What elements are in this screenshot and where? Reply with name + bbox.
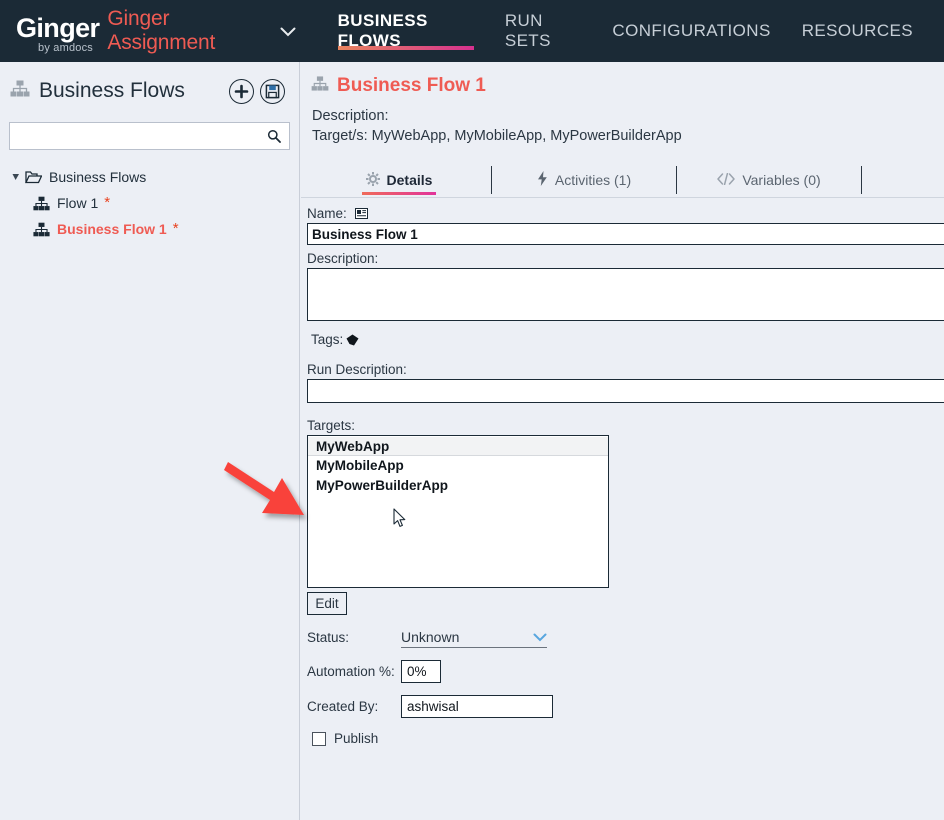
search-input[interactable] (10, 123, 267, 149)
page-title: Business Flow 1 (337, 75, 486, 97)
target-list-item[interactable]: MyWebApp (308, 436, 608, 456)
main-panel: Business Flow 1 Description: Target/s: M… (301, 62, 944, 820)
business-flow-tree: Business Flows Flow 1 * (0, 164, 299, 242)
run-description-label: Run Description: (307, 362, 944, 377)
automation-row: Automation %: (307, 660, 944, 683)
nav-label: RUN SETS (505, 11, 582, 51)
logo-title: Ginger (16, 14, 99, 42)
targets-listbox[interactable]: MyWebApp MyMobileApp MyPowerBuilderApp (307, 435, 609, 588)
details-form: Name: Description: Tags: Run Description… (301, 197, 944, 791)
name-input[interactable] (307, 223, 944, 245)
business-flow-icon (311, 76, 329, 96)
status-row: Status: Unknown (307, 627, 944, 648)
description-label: Description: (307, 251, 944, 266)
publish-checkbox[interactable] (312, 732, 326, 746)
created-by-row: Created By: (307, 695, 944, 718)
run-description-input[interactable] (307, 379, 944, 403)
nav-item-configurations[interactable]: CONFIGURATIONS (612, 0, 770, 62)
nav-label: CONFIGURATIONS (612, 21, 770, 41)
tree-item-business-flow-1[interactable]: Business Flow 1 * (0, 216, 299, 242)
gear-icon (366, 172, 380, 189)
plus-circle-icon[interactable] (229, 79, 254, 104)
folder-open-icon (25, 170, 42, 184)
status-label: Status: (307, 630, 401, 645)
chevron-down-icon (280, 24, 296, 42)
tab-label: Details (387, 172, 433, 188)
nav-label: RESOURCES (802, 21, 913, 41)
tags-label: Tags: (311, 332, 343, 347)
tree-root-label: Business Flows (49, 169, 146, 185)
detail-tabs: Details Activities (1) Variables (0) (301, 163, 944, 197)
tab-divider (861, 166, 862, 194)
code-icon (717, 172, 735, 188)
sidebar-header: Business Flows (0, 62, 299, 120)
nav-label: BUSINESS FLOWS (338, 11, 474, 51)
lightning-icon (537, 171, 548, 189)
tab-details[interactable]: Details (307, 163, 491, 197)
flow-description-line: Description: (312, 106, 944, 126)
flow-header: Business Flow 1 (301, 62, 944, 97)
project-selector[interactable]: Ginger Assignment (107, 0, 295, 62)
publish-label: Publish (334, 731, 378, 746)
sidebar-search[interactable] (9, 122, 290, 150)
top-bar: Ginger by amdocs Ginger Assignment BUSIN… (0, 0, 944, 62)
nav-item-run-sets[interactable]: RUN SETS (505, 0, 582, 62)
created-by-input[interactable] (401, 695, 553, 718)
nav-item-business-flows[interactable]: BUSINESS FLOWS (338, 0, 474, 62)
tree-root-business-flows[interactable]: Business Flows (0, 164, 299, 190)
targets-label: Targets: (307, 418, 944, 433)
triangle-expanded-icon[interactable] (10, 173, 21, 181)
description-textarea[interactable] (307, 268, 944, 321)
edit-targets-button[interactable]: Edit (307, 592, 347, 615)
chevron-down-icon (533, 629, 547, 645)
target-list-item[interactable]: MyMobileApp (308, 456, 608, 476)
automation-input[interactable] (401, 660, 441, 683)
business-flow-icon (33, 196, 50, 211)
tree-item-flow-1[interactable]: Flow 1 * (0, 190, 299, 216)
save-circle-icon[interactable] (260, 79, 285, 104)
main-nav: BUSINESS FLOWS RUN SETS CONFIGURATIONS R… (338, 0, 944, 62)
unsaved-indicator: * (104, 198, 110, 208)
business-flow-icon (10, 80, 30, 102)
automation-label: Automation %: (307, 664, 401, 679)
name-label: Name: (307, 206, 347, 221)
tree-item-label: Business Flow 1 (57, 221, 167, 237)
flow-targets-line: Target/s: MyWebApp, MyMobileApp, MyPower… (312, 126, 944, 146)
tab-label: Activities (1) (555, 172, 631, 188)
app-logo: Ginger by amdocs (0, 0, 99, 62)
business-flow-icon (33, 222, 50, 237)
status-value: Unknown (401, 629, 459, 645)
nav-item-resources[interactable]: RESOURCES (802, 0, 913, 62)
tags-row: Tags: (311, 332, 944, 347)
sidebar-title: Business Flows (39, 79, 223, 103)
tag-icon[interactable] (346, 334, 359, 346)
tab-activities[interactable]: Activities (1) (492, 163, 676, 197)
project-name: Ginger Assignment (107, 7, 270, 55)
tab-variables[interactable]: Variables (0) (677, 163, 861, 197)
tree-item-label: Flow 1 (57, 195, 98, 211)
logo-subtitle: by amdocs (38, 42, 93, 54)
status-dropdown[interactable]: Unknown (401, 627, 547, 648)
name-label-row: Name: (307, 206, 944, 221)
publish-row: Publish (312, 731, 944, 746)
tab-label: Variables (0) (742, 172, 820, 188)
target-list-item[interactable]: MyPowerBuilderApp (308, 476, 608, 496)
search-icon[interactable] (267, 129, 281, 143)
flow-meta: Description: Target/s: MyWebApp, MyMobil… (301, 106, 944, 146)
id-card-icon[interactable] (355, 208, 368, 219)
created-by-label: Created By: (307, 699, 401, 714)
sidebar: Business Flows (0, 62, 300, 820)
unsaved-indicator: * (173, 224, 179, 234)
